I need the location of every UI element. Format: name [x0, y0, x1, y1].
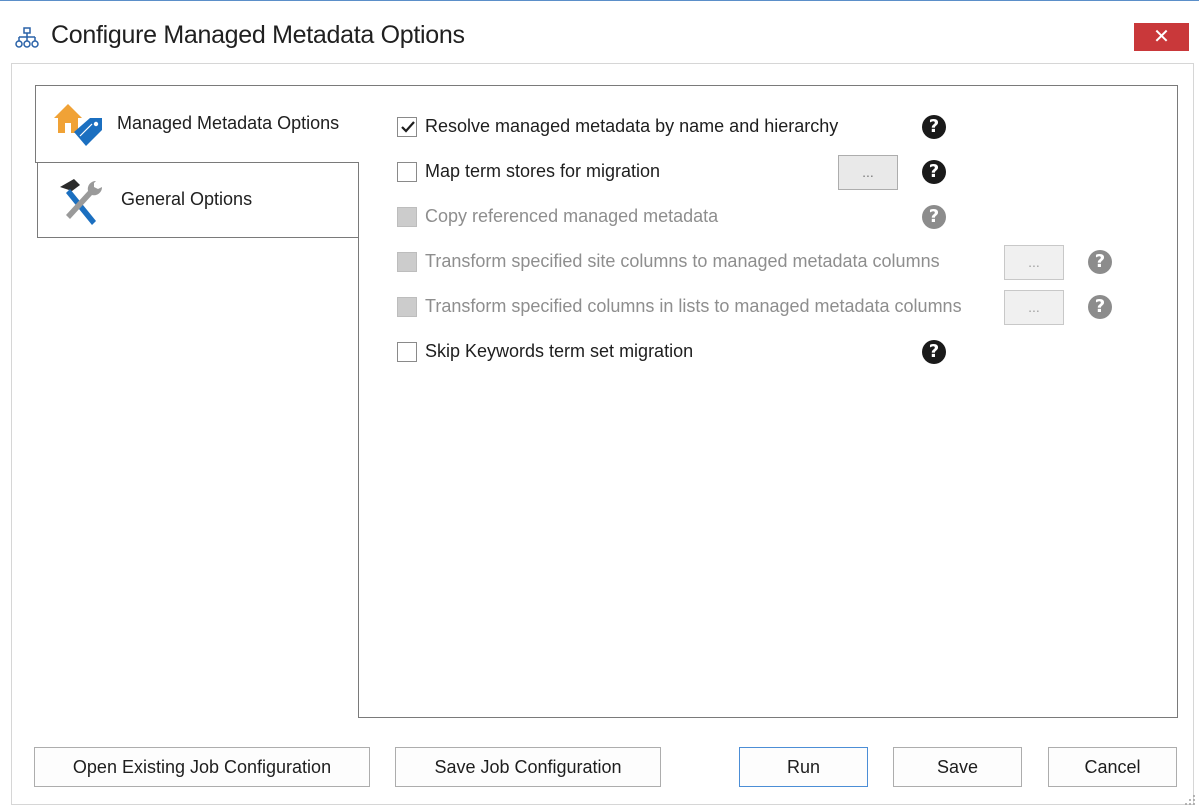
open-existing-job-configuration-button[interactable]: Open Existing Job Configuration [34, 747, 370, 787]
transform-list-columns-browse-button[interactable]: ... [1004, 290, 1064, 325]
cancel-button[interactable]: Cancel [1048, 747, 1177, 787]
transform-site-columns-browse-button[interactable]: ... [1004, 245, 1064, 280]
transform-list-columns-checkbox[interactable] [397, 297, 417, 317]
tab-managed-metadata-options[interactable]: Managed Metadata Options [35, 85, 359, 163]
skip-keywords-checkbox[interactable] [397, 342, 417, 362]
resolve-by-name-checkbox[interactable] [397, 117, 417, 137]
resize-grip-icon[interactable] [1184, 794, 1196, 806]
help-icon[interactable]: ? [922, 115, 946, 139]
map-term-stores-label[interactable]: Map term stores for migration [425, 161, 660, 182]
close-button[interactable]: ✕ [1134, 23, 1189, 51]
copy-referenced-metadata-checkbox[interactable] [397, 207, 417, 227]
checkmark-icon [401, 121, 415, 133]
map-term-stores-browse-button[interactable]: ... [838, 155, 898, 190]
help-icon[interactable]: ? [922, 340, 946, 364]
help-icon[interactable]: ? [922, 160, 946, 184]
help-icon[interactable]: ? [1088, 295, 1112, 319]
home-tag-icon [54, 104, 102, 146]
sitemap-icon [15, 27, 39, 48]
close-icon[interactable]: ✕ [1153, 26, 1170, 48]
help-icon[interactable]: ? [1088, 250, 1112, 274]
run-button[interactable]: Run [739, 747, 868, 787]
tools-icon [60, 179, 103, 225]
copy-referenced-metadata-label: Copy referenced managed metadata [425, 206, 719, 226]
transform-site-columns-label: Transform specified site columns to mana… [425, 251, 940, 271]
tab-label: Managed Metadata Options [117, 113, 340, 133]
window-title: Configure Managed Metadata Options [51, 21, 465, 49]
transform-site-columns-checkbox[interactable] [397, 252, 417, 272]
map-term-stores-checkbox[interactable] [397, 162, 417, 182]
save-job-configuration-button[interactable]: Save Job Configuration [395, 747, 661, 787]
tab-label: General Options [121, 189, 253, 209]
dialog-window: Configure Managed Metadata Options ✕ Man… [0, 0, 1199, 808]
tab-general-options[interactable]: General Options [37, 162, 359, 238]
save-button[interactable]: Save [893, 747, 1022, 787]
resolve-by-name-label[interactable]: Resolve managed metadata by name and hie… [425, 116, 838, 137]
skip-keywords-label[interactable]: Skip Keywords term set migration [425, 341, 693, 362]
transform-list-columns-label: Transform specified columns in lists to … [425, 296, 962, 316]
help-icon[interactable]: ? [922, 205, 946, 229]
